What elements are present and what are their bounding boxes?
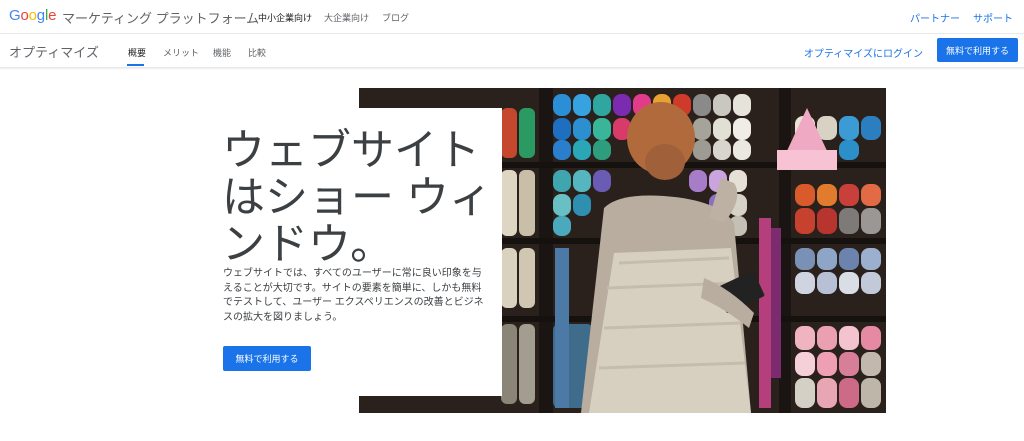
hero-description: ウェブサイトでは、すべてのユーザーに常に良い印象を与えることが大切です。サイトの… [223,268,484,323]
logo-letter: G [9,7,21,24]
header-shadow [0,67,1024,70]
google-logo[interactable]: Google [9,7,56,24]
logo-letter: e [48,7,57,24]
tab-benefits[interactable]: メリット [163,46,199,59]
tab-compare[interactable]: 比較 [248,46,266,59]
try-free-button[interactable]: 無料で利用する [223,346,311,371]
nav-blog[interactable]: ブログ [382,11,409,24]
tab-overview[interactable]: 概要 [128,46,146,59]
logo-letter: o [20,7,29,24]
try-free-button-header[interactable]: 無料で利用する [937,38,1018,62]
tab-features[interactable]: 機能 [213,46,231,59]
login-link[interactable]: オプティマイズにログイン [804,45,923,60]
partners-link[interactable]: パートナー [910,10,960,25]
platform-title: マーケティング プラットフォーム [62,11,260,26]
top-bar: Google マーケティング プラットフォーム 中小企業向け 大企業向け ブログ… [0,0,1024,33]
nav-small-business[interactable]: 中小企業向け [258,11,312,24]
product-name[interactable]: オプティマイズ [9,42,99,61]
active-tab-indicator [127,64,144,66]
logo-letter: g [36,7,45,24]
product-bar: オプティマイズ 概要 メリット 機能 比較 オプティマイズにログイン [0,34,1024,67]
nav-enterprise[interactable]: 大企業向け [324,11,369,24]
hero-headline: ウェブサイトはショー ウィンドウ。 [222,127,492,269]
logo-letter: o [28,7,37,24]
support-link[interactable]: サポート [973,10,1013,25]
